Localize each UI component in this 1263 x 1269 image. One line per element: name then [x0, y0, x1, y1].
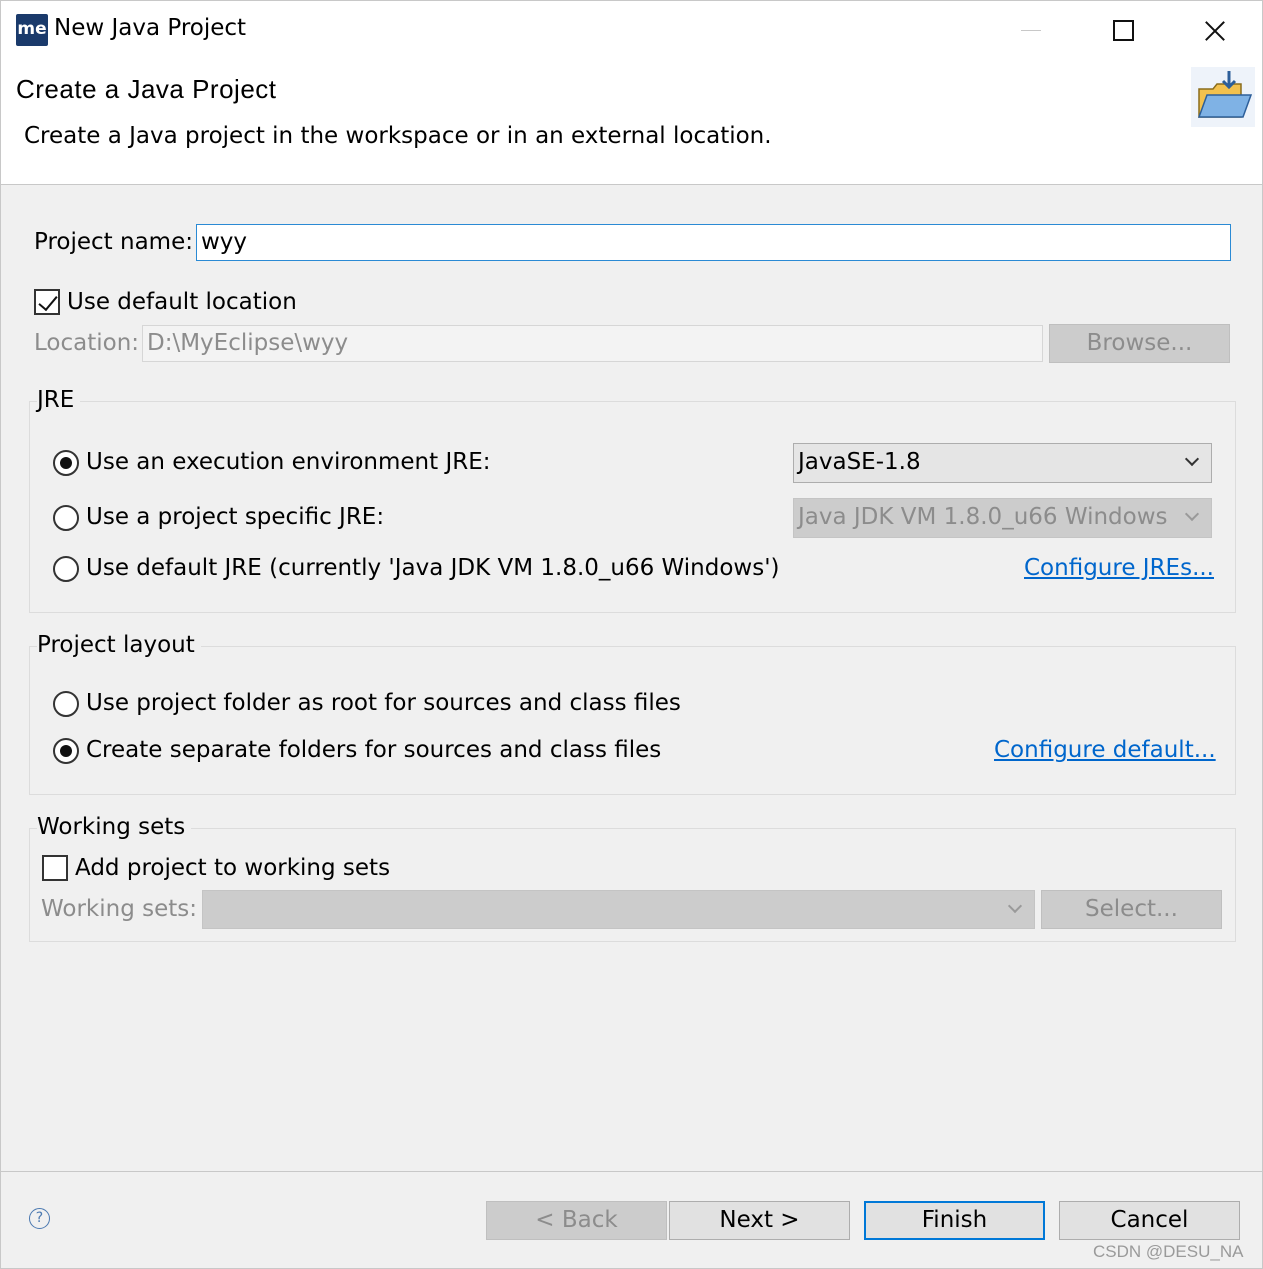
location-label: Location: — [34, 330, 140, 356]
working-sets-label: Working sets: — [41, 896, 198, 922]
location-input[interactable]: D:\MyEclipse\wyy — [142, 325, 1043, 362]
back-button[interactable]: < Back — [486, 1201, 667, 1240]
myeclipse-app-icon: me — [16, 14, 48, 46]
wizard-page-description: Create a Java project in the workspace o… — [24, 123, 772, 149]
maximize-button[interactable] — [1077, 1, 1167, 59]
finish-button[interactable]: Finish — [864, 1201, 1045, 1240]
layout-root-folder-radio[interactable] — [53, 691, 79, 717]
minimize-button[interactable] — [986, 1, 1076, 59]
window-title: New Java Project — [54, 15, 247, 41]
use-default-location-checkbox[interactable] — [34, 289, 60, 315]
chevron-down-icon — [1184, 506, 1200, 522]
working-sets-group-title: Working sets — [37, 814, 192, 840]
project-layout-group-title: Project layout — [37, 632, 201, 658]
select-working-sets-button[interactable]: Select... — [1041, 890, 1222, 929]
footer-divider — [1, 1171, 1262, 1172]
jre-project-specific-radio[interactable] — [53, 505, 79, 531]
chevron-down-icon — [1184, 451, 1200, 467]
jre-default-label: Use default JRE (currently 'Java JDK VM … — [86, 555, 780, 581]
add-to-working-sets-checkbox[interactable] — [42, 855, 68, 881]
close-button[interactable] — [1169, 1, 1259, 59]
project-name-label: Project name: — [34, 229, 193, 255]
jre-execution-env-label: Use an execution environment JRE: — [86, 449, 491, 475]
configure-default-link[interactable]: Configure default... — [994, 737, 1216, 763]
layout-separate-folders-label: Create separate folders for sources and … — [86, 737, 662, 763]
cancel-button[interactable]: Cancel — [1059, 1201, 1240, 1240]
csdn-watermark: CSDN @DESU_NA — [1093, 1242, 1244, 1261]
new-java-project-dialog: me New Java Project Create a Java Projec… — [0, 0, 1263, 1269]
chevron-down-icon — [1007, 898, 1023, 914]
jre-group-title: JRE — [37, 387, 81, 413]
use-default-location-label: Use default location — [67, 289, 297, 315]
project-specific-jre-value: Java JDK VM 1.8.0_u66 Windows — [798, 504, 1168, 530]
execution-env-value: JavaSE-1.8 — [798, 449, 921, 475]
execution-env-select[interactable]: JavaSE-1.8 — [793, 443, 1212, 483]
layout-separate-folders-radio[interactable] — [53, 738, 79, 764]
add-to-working-sets-label: Add project to working sets — [75, 855, 391, 881]
next-button[interactable]: Next > — [669, 1201, 850, 1240]
project-name-input[interactable]: wyy — [196, 224, 1231, 261]
working-sets-select[interactable] — [202, 890, 1035, 929]
help-icon[interactable]: ? — [29, 1208, 50, 1229]
browse-button[interactable]: Browse... — [1049, 324, 1230, 363]
wizard-banner: Create a Java Project Create a Java proj… — [1, 59, 1262, 185]
jre-execution-env-radio[interactable] — [53, 450, 79, 476]
jre-project-specific-label: Use a project specific JRE: — [86, 504, 385, 530]
layout-root-folder-label: Use project folder as root for sources a… — [86, 690, 681, 716]
jre-default-radio[interactable] — [53, 556, 79, 582]
project-layout-group — [29, 646, 1236, 795]
title-bar: me New Java Project — [1, 1, 1262, 59]
configure-jres-link[interactable]: Configure JREs... — [1024, 555, 1214, 581]
new-project-folder-icon — [1191, 67, 1255, 127]
project-specific-jre-select[interactable]: Java JDK VM 1.8.0_u66 Windows — [793, 498, 1212, 538]
wizard-page-title: Create a Java Project — [16, 74, 277, 104]
